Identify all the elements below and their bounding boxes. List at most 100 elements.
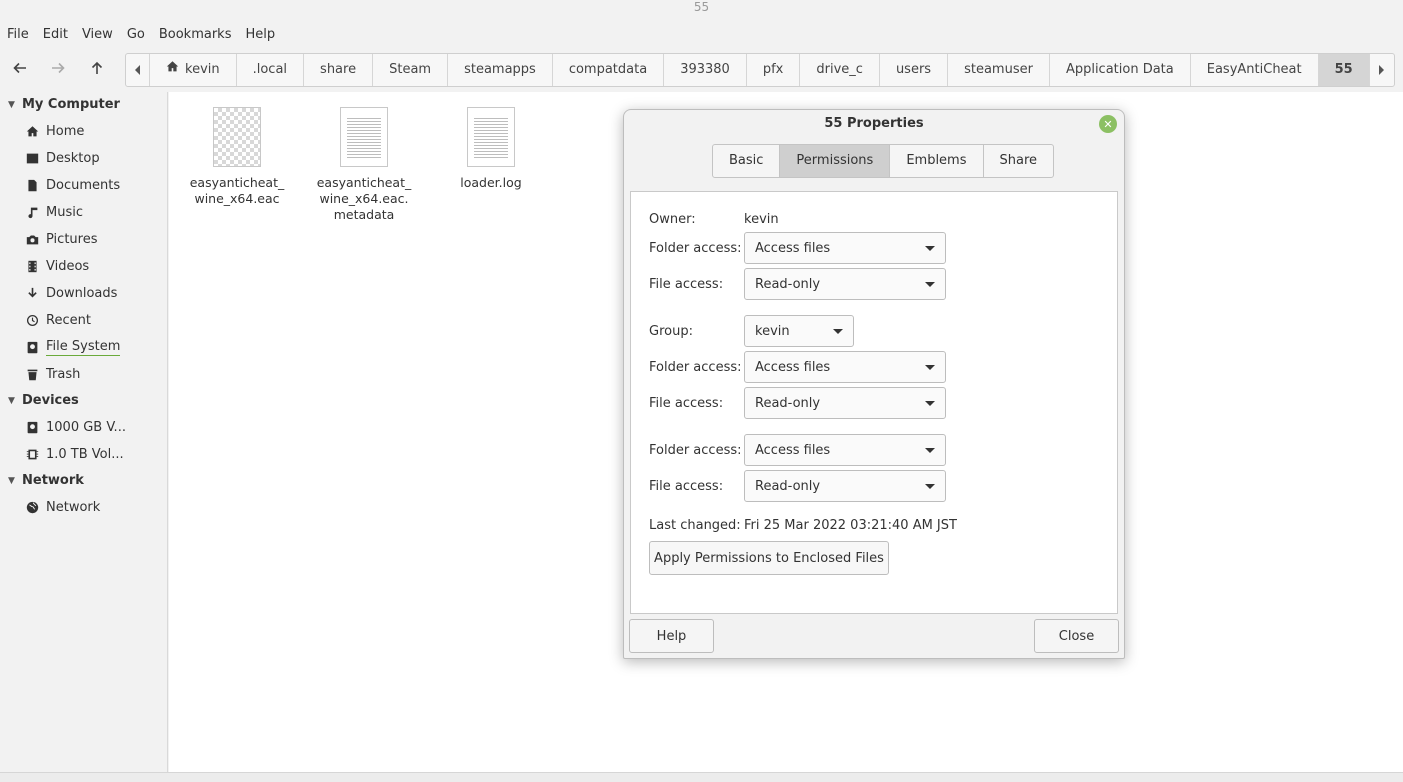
menu-go[interactable]: Go — [120, 22, 152, 48]
expander-icon: ▼ — [8, 476, 15, 486]
crumb-kevin[interactable]: kevin — [150, 54, 237, 86]
crumb-393380[interactable]: 393380 — [664, 54, 747, 86]
sidebar-item-documents[interactable]: Documents — [0, 172, 167, 199]
select-value: Access files — [755, 359, 831, 375]
chevron-down-icon — [925, 364, 935, 370]
crumb-drive-c[interactable]: drive_c — [800, 54, 880, 86]
sidebar-item-1tb-volume[interactable]: 1.0 TB Vol... — [0, 441, 167, 468]
crumb-local[interactable]: .local — [237, 54, 305, 86]
folder-access-label: Folder access: — [649, 442, 742, 458]
group-select[interactable]: kevin — [744, 315, 854, 347]
group-folder-access-select[interactable]: Access files — [744, 351, 946, 383]
close-icon[interactable]: ✕ — [1099, 115, 1117, 133]
sidebar-item-music[interactable]: Music — [0, 199, 167, 226]
permissions-panel: Owner: kevin Folder access: Access files… — [630, 191, 1118, 614]
last-changed-row: Last changed: Fri 25 Mar 2022 03:21:40 A… — [649, 510, 957, 540]
sidebar-section-my-computer[interactable]: ▼ My Computer — [0, 92, 167, 118]
sidebar-item-label: Music — [46, 205, 83, 220]
sidebar-item-label: Documents — [46, 178, 121, 193]
group-folder-access-row: Folder access: — [649, 352, 744, 382]
sidebar-item-recent[interactable]: Recent — [0, 307, 167, 334]
crumb-users[interactable]: users — [880, 54, 949, 86]
sidebar-item-1000gb-volume[interactable]: 1000 GB V... — [0, 414, 167, 441]
file-access-label: File access: — [649, 276, 724, 292]
group-file-access-select[interactable]: Read-only — [744, 387, 946, 419]
sidebar-item-videos[interactable]: Videos — [0, 253, 167, 280]
pathbar-scroll-right[interactable] — [1370, 54, 1394, 86]
forward-button[interactable] — [40, 52, 76, 88]
file-name-line: metadata — [333, 207, 395, 222]
up-button[interactable] — [79, 52, 115, 88]
select-value: Read-only — [755, 478, 821, 494]
file-item[interactable]: loader.log — [436, 107, 546, 191]
apply-permissions-button[interactable]: Apply Permissions to Enclosed Files — [649, 541, 889, 575]
crumb-55[interactable]: 55 — [1318, 54, 1370, 86]
menu-file[interactable]: File — [0, 22, 36, 48]
file-name-line: easyanticheat_ — [316, 175, 412, 190]
window-title: 55 — [693, 0, 710, 14]
crumb-application-data[interactable]: Application Data — [1050, 54, 1191, 86]
sidebar-item-label: Network — [46, 500, 101, 515]
menu-bookmarks[interactable]: Bookmarks — [152, 22, 239, 48]
file-access-label: File access: — [649, 478, 724, 494]
tab-basic[interactable]: Basic — [713, 145, 781, 177]
tab-emblems[interactable]: Emblems — [890, 145, 984, 177]
text-file-icon — [467, 107, 515, 167]
menu-help[interactable]: Help — [238, 22, 282, 48]
owner-value: kevin — [744, 211, 779, 227]
sidebar-item-downloads[interactable]: Downloads — [0, 280, 167, 307]
sidebar-section-network[interactable]: ▼ Network — [0, 468, 167, 494]
sidebar: ▼ My Computer Home Desktop Documents Musi… — [0, 92, 168, 772]
group-file-access-row: File access: — [649, 388, 744, 418]
sidebar-item-network[interactable]: Network — [0, 494, 167, 521]
owner-file-access-row: File access: — [649, 269, 744, 299]
help-button[interactable]: Help — [629, 619, 714, 653]
close-button[interactable]: Close — [1034, 619, 1119, 653]
crumb-steam[interactable]: Steam — [373, 54, 449, 86]
film-icon — [26, 260, 39, 273]
group-row: Group: — [649, 316, 744, 346]
others-file-access-select[interactable]: Read-only — [744, 470, 946, 502]
sidebar-item-home[interactable]: Home — [0, 118, 167, 145]
sidebar-item-pictures[interactable]: Pictures — [0, 226, 167, 253]
menu-edit[interactable]: Edit — [36, 22, 75, 48]
sidebar-section-devices[interactable]: ▼ Devices — [0, 388, 167, 414]
sidebar-item-label: Downloads — [46, 286, 118, 301]
last-changed-value: Fri 25 Mar 2022 03:21:40 AM JST — [744, 517, 957, 533]
globe-icon — [26, 501, 39, 514]
file-access-label: File access: — [649, 395, 724, 411]
home-icon — [166, 54, 179, 86]
others-folder-access-select[interactable]: Access files — [744, 434, 946, 466]
sidebar-item-label: 1000 GB V... — [46, 420, 126, 435]
expander-icon: ▼ — [8, 100, 15, 110]
file-item[interactable]: easyanticheat_ wine_x64.eac. metadata — [309, 107, 419, 223]
tab-permissions[interactable]: Permissions — [780, 145, 891, 177]
toolbar: kevin .local share Steam steamapps compa… — [0, 52, 1403, 88]
pathbar: kevin .local share Steam steamapps compa… — [125, 53, 1395, 87]
crumb-compatdata[interactable]: compatdata — [553, 54, 665, 86]
owner-file-access-select[interactable]: Read-only — [744, 268, 946, 300]
crumb-steamapps[interactable]: steamapps — [448, 54, 553, 86]
arrow-left-icon — [12, 60, 28, 80]
sidebar-item-trash[interactable]: Trash — [0, 361, 167, 388]
sidebar-item-label: Videos — [46, 259, 90, 274]
crumb-pfx[interactable]: pfx — [747, 54, 801, 86]
select-value: kevin — [755, 323, 790, 339]
owner-folder-access-select[interactable]: Access files — [744, 232, 946, 264]
desktop-icon — [26, 152, 39, 165]
crumb-steamuser[interactable]: steamuser — [948, 54, 1050, 86]
menu-view[interactable]: View — [75, 22, 120, 48]
select-value: Read-only — [755, 395, 821, 411]
folder-access-label: Folder access: — [649, 359, 742, 375]
back-button[interactable] — [2, 52, 38, 88]
sidebar-item-desktop[interactable]: Desktop — [0, 145, 167, 172]
sidebar-item-label: Home — [46, 124, 85, 139]
crumb-share[interactable]: share — [304, 54, 374, 86]
file-item[interactable]: easyanticheat_ wine_x64.eac — [182, 107, 292, 207]
file-name-line: loader.log — [460, 175, 522, 190]
file-name-line: easyanticheat_ — [189, 175, 285, 190]
crumb-easyanticheat[interactable]: EasyAntiCheat — [1191, 54, 1319, 86]
tab-share[interactable]: Share — [984, 145, 1054, 177]
sidebar-item-file-system[interactable]: File System — [0, 334, 167, 361]
pathbar-scroll-left[interactable] — [126, 54, 150, 86]
